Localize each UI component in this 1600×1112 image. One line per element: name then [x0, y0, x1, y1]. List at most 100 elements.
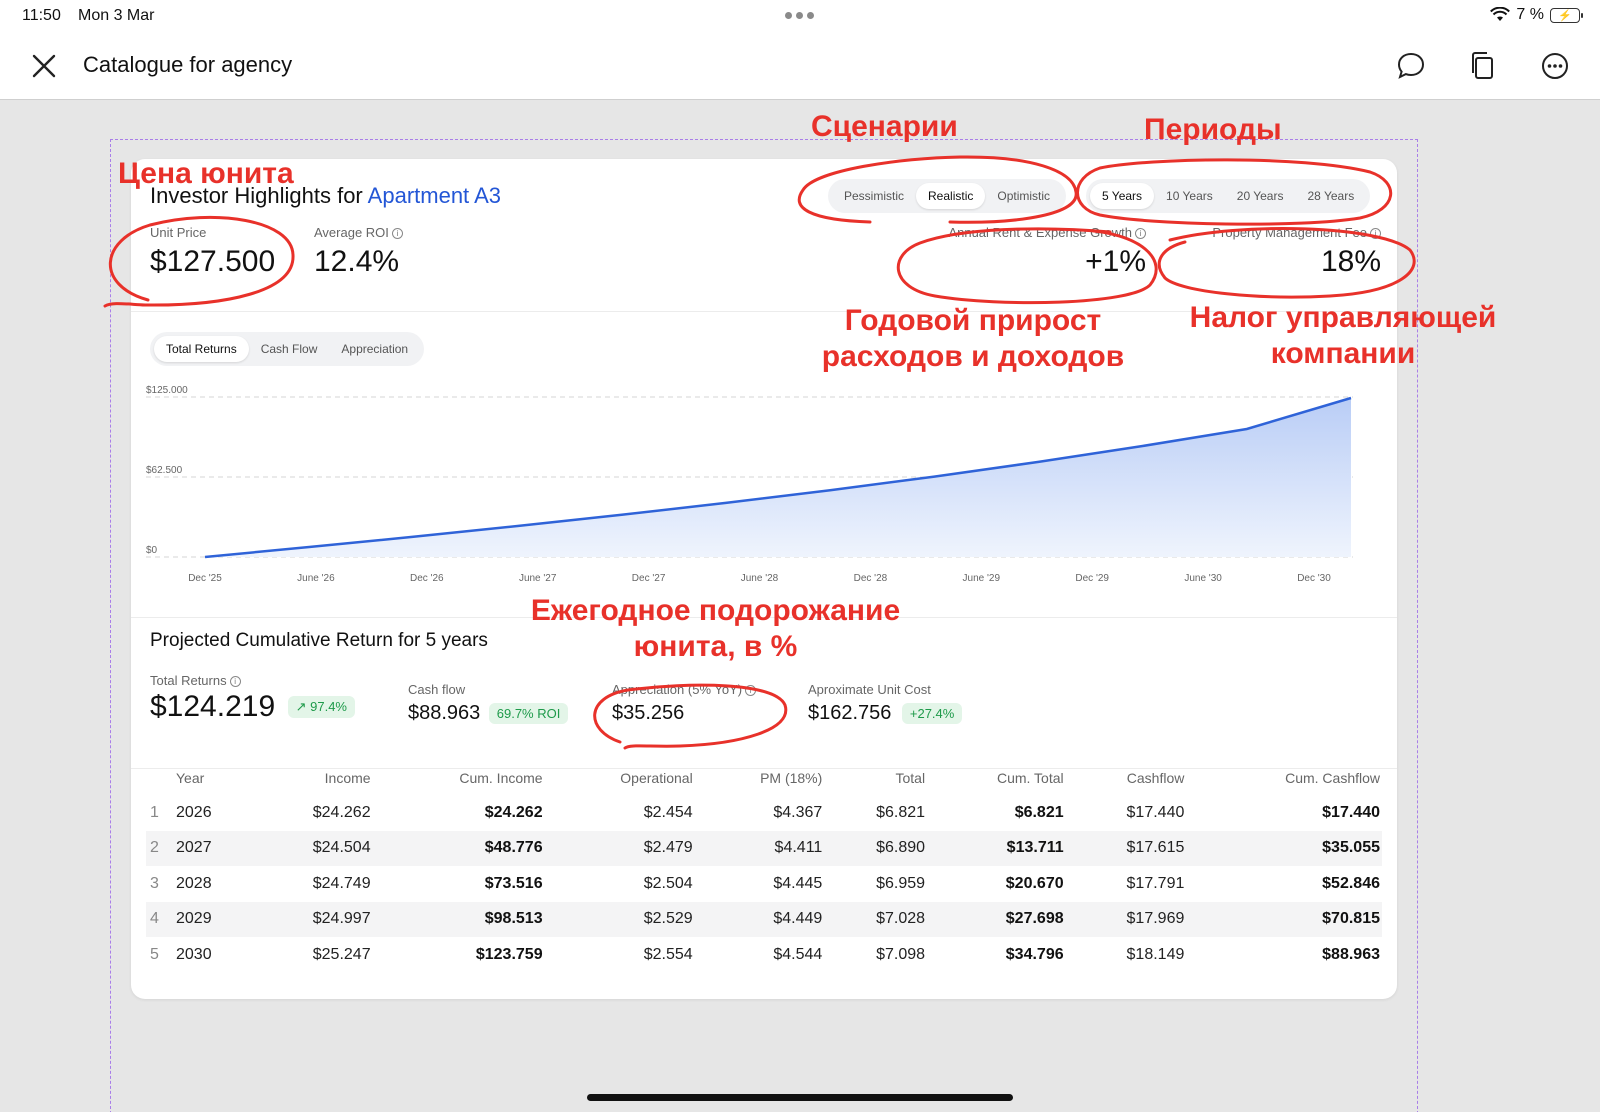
x-tick-label: Dec '29: [1075, 573, 1109, 584]
cashflow-chip: 69.7% ROI: [488, 703, 569, 724]
col-year: Year: [176, 770, 205, 786]
table-cell: 4: [146, 901, 176, 937]
unit-price-value: $127.500: [150, 245, 276, 278]
x-tick-label: Dec '26: [410, 573, 444, 584]
cashflow-label: Cash flow: [408, 682, 466, 697]
cashflow-value: $88.963: [408, 702, 481, 724]
annotation-periods: Периоды: [1144, 113, 1282, 146]
unit-cost-chip: +27.4%: [901, 703, 963, 724]
scenario-selector: Pessimistic Realistic Optimistic: [828, 179, 1067, 213]
home-indicator[interactable]: [587, 1094, 1013, 1101]
table-cell: $18.149: [1126, 945, 1185, 963]
table-cell: $17.791: [1126, 874, 1185, 892]
table-cell: $17.615: [1065, 830, 1187, 866]
x-tick-label: Dec '30: [1297, 573, 1331, 584]
table-cell: $88.963: [1322, 945, 1380, 963]
info-icon[interactable]: i: [391, 228, 403, 239]
info-icon[interactable]: i: [745, 685, 757, 696]
table-cell: $35.055: [1186, 830, 1382, 866]
table-cell: $2.479: [544, 830, 695, 866]
period-selector: 5 Years 10 Years 20 Years 28 Years: [1086, 179, 1371, 213]
growth-label: Annual Rent & Expense Growth i: [948, 225, 1146, 240]
table-cell: $7.028: [824, 901, 928, 937]
scenario-optimistic[interactable]: Optimistic: [985, 183, 1062, 209]
tab-appreciation[interactable]: Appreciation: [329, 336, 420, 362]
table-cell: $52.846: [1322, 874, 1380, 892]
x-tick-label: June '29: [963, 573, 1001, 584]
table-cell: $6.959: [876, 874, 926, 892]
unit-cost-label: Aproximate Unit Cost: [808, 682, 931, 697]
table-cell: $6.890: [824, 830, 928, 866]
col-operational: Operational: [620, 770, 693, 786]
period-5-years[interactable]: 5 Years: [1090, 183, 1155, 209]
period-28-years[interactable]: 28 Years: [1295, 183, 1366, 209]
total-returns-value: $124.219: [150, 690, 276, 723]
table-cell: $123.759: [475, 945, 543, 963]
table-cell: $20.670: [1005, 874, 1064, 892]
apartment-name: Apartment A3: [367, 183, 501, 208]
table-cell: $4.449: [694, 901, 825, 937]
scenario-pessimistic[interactable]: Pessimistic: [832, 183, 916, 209]
status-indicators: 7 % ⚡: [1490, 6, 1583, 24]
trend-up-icon: ↗: [295, 699, 307, 714]
pm-fee-label: Property Management Fee i: [1212, 225, 1381, 240]
table-cell: $98.513: [372, 901, 545, 937]
y-tick-label: $125.000: [146, 385, 188, 396]
projected-title: Projected Cumulative Return for 5 years: [150, 630, 488, 651]
col-cum-total: Cum. Total: [996, 770, 1064, 786]
table-cell: 1: [150, 803, 159, 821]
unit-cost-value: $162.756: [808, 702, 892, 724]
status-time: 11:50: [22, 7, 61, 24]
comment-icon[interactable]: [1395, 50, 1427, 82]
page-title: Catalogue for agency: [83, 52, 293, 77]
total-returns-label: Total Returns i: [150, 673, 241, 688]
appreciation-value: $35.256: [612, 702, 685, 724]
scenario-realistic[interactable]: Realistic: [916, 183, 986, 209]
wifi-icon: [1490, 7, 1511, 21]
table-cell: $4.411: [694, 830, 825, 866]
tab-total-returns[interactable]: Total Returns: [154, 336, 249, 362]
table-cell: $48.776: [372, 830, 545, 866]
more-icon[interactable]: [1539, 50, 1571, 82]
annotation-fee: Налог управляющей компании: [1189, 301, 1497, 370]
info-icon[interactable]: i: [229, 676, 241, 687]
x-tick-label: June '30: [1184, 573, 1222, 584]
total-returns-chart: $125.000 $62.500 $0 Dec '25 June '26 Dec '26 J…: [146, 385, 1353, 584]
y-tick-label: $0: [146, 545, 158, 556]
col-income: Income: [324, 770, 371, 786]
copy-icon[interactable]: [1467, 50, 1499, 82]
table-row: 3 2028 $24.749 $73.516 $2.504 $4.445 $6.959 $20…: [146, 866, 1382, 902]
period-10-years[interactable]: 10 Years: [1154, 183, 1225, 209]
annotation-scenarios: Сценарии: [811, 110, 958, 143]
returns-table: Year Income Cum. Income Operational PM (…: [146, 761, 1382, 973]
unit-price-label: Unit Price: [150, 225, 207, 240]
table-cell: 2030: [176, 945, 212, 963]
table-cell: $6.821: [1014, 803, 1064, 821]
table-cell: $7.098: [876, 945, 926, 963]
chart-tabs: Total Returns Cash Flow Appreciation: [150, 332, 425, 366]
period-20-years[interactable]: 20 Years: [1225, 183, 1296, 209]
table-cell: 2: [146, 830, 176, 866]
table-cell: $2.454: [643, 803, 693, 821]
unit-cost-block: $162.756 +27.4%: [808, 702, 963, 725]
col-pm: PM (18%): [760, 770, 823, 786]
battery-percent: 7 %: [1516, 6, 1544, 23]
multitasking-dots[interactable]: [785, 12, 814, 19]
table-cell: $17.440: [1126, 803, 1185, 821]
tab-cash-flow[interactable]: Cash Flow: [249, 336, 330, 362]
close-icon[interactable]: [28, 50, 60, 82]
investor-highlights-card: Investor Highlights for Apartment A3 Pes…: [131, 159, 1397, 999]
info-icon[interactable]: i: [1135, 228, 1146, 239]
battery-charging-icon: ⚡: [1550, 7, 1583, 23]
average-roi-label: Average ROI i: [314, 225, 403, 240]
info-icon[interactable]: i: [1370, 228, 1381, 239]
table-row: 4 2029 $24.997 $98.513 $2.529 $4.449 $7.028 $27…: [146, 901, 1382, 937]
table-cell: 2029: [176, 901, 252, 937]
table-cell: $24.504: [251, 830, 373, 866]
table-row: 5 2030 $25.247 $123.759 $2.554 $4.544 $7.098 $3…: [146, 937, 1382, 973]
table-cell: $4.544: [773, 945, 823, 963]
x-tick-label: June '27: [519, 573, 557, 584]
total-returns-chip: ↗ 97.4%: [287, 696, 355, 718]
average-roi-value: 12.4%: [314, 245, 400, 278]
table-cell: $6.821: [876, 803, 926, 821]
